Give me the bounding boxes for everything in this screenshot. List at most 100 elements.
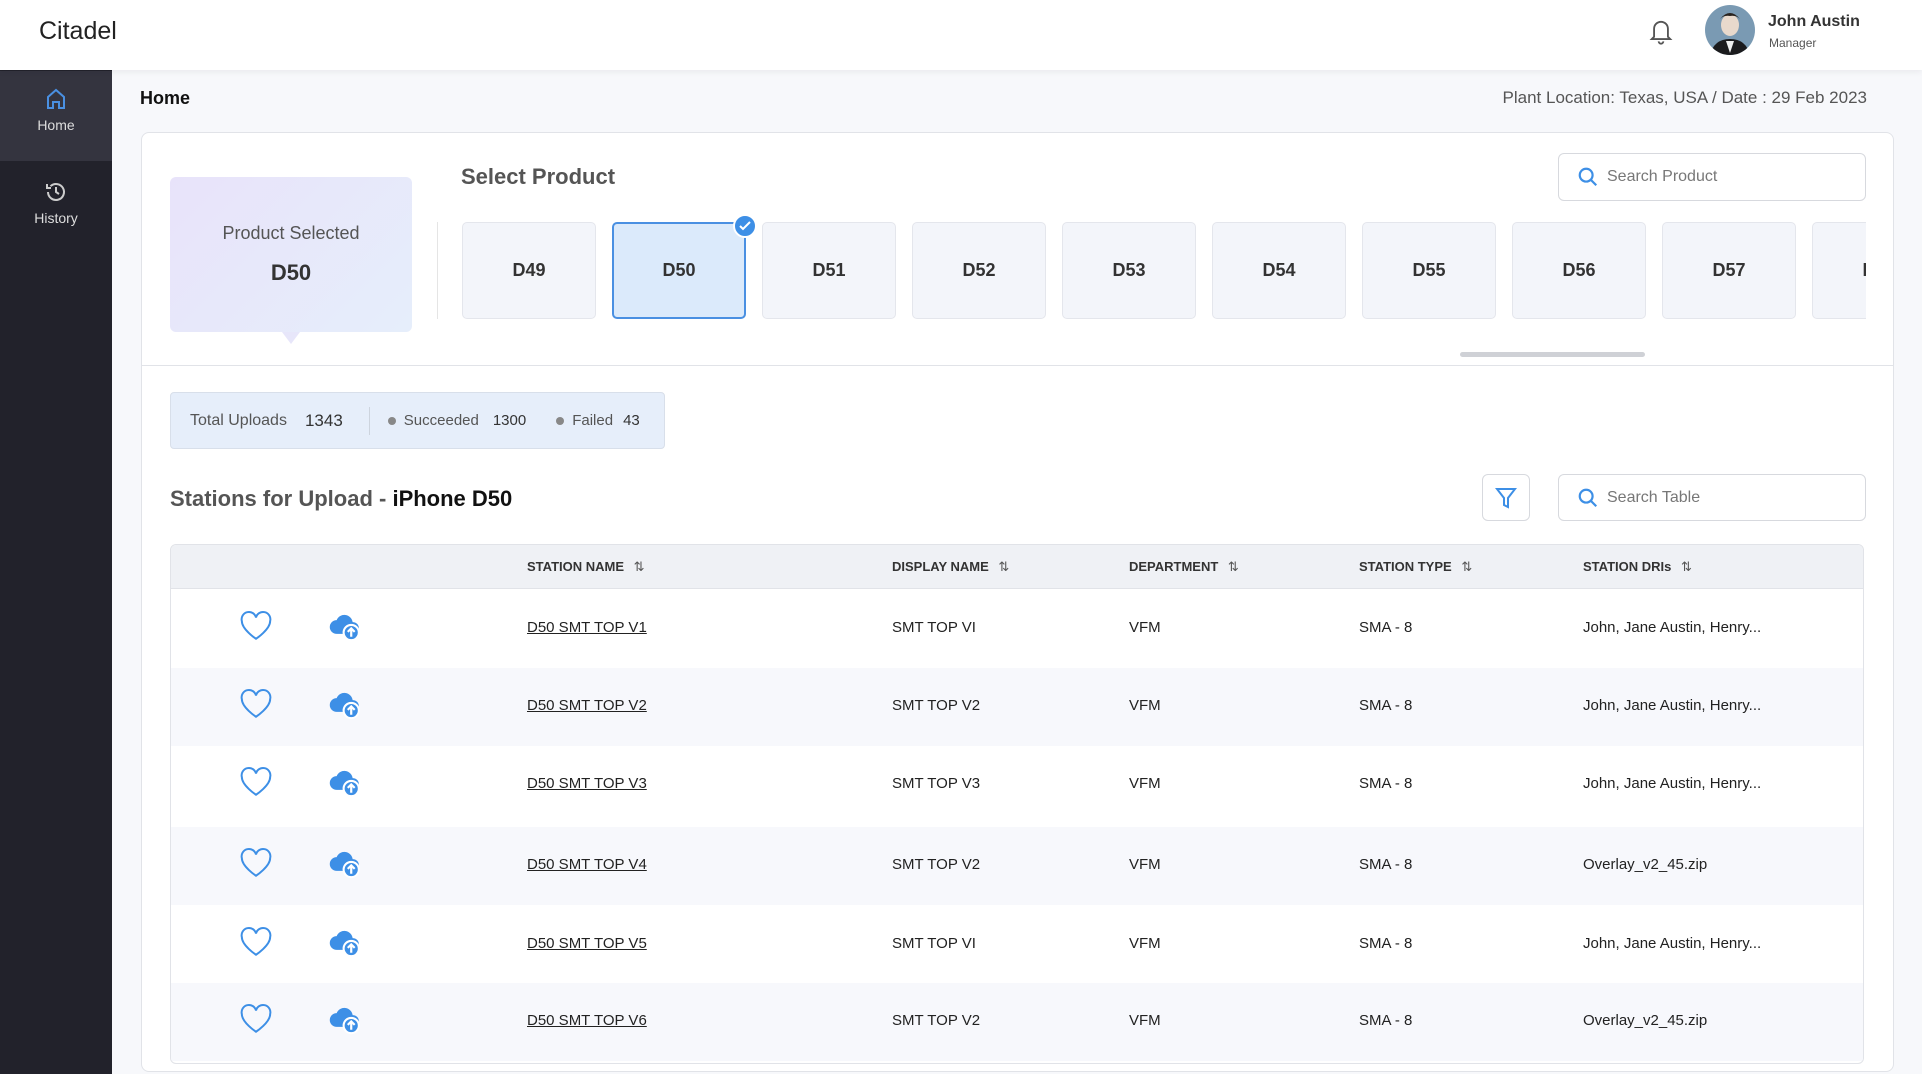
cell-type: SMA - 8 [1359,775,1413,792]
table-row: D50 SMT TOP V6 SMT TOP V2 VFM SMA - 8 Overla… [171,983,1863,1061]
cell-dris: John, Jane Austin, Henry... [1583,697,1762,714]
search-product-placeholder: Search Product [1607,168,1718,185]
cell-dept: VFM [1129,619,1161,636]
cloud-upload-icon[interactable] [327,766,363,805]
product-tile-d56[interactable]: D56 [1512,222,1646,319]
sort-icon[interactable]: ⇅ [995,559,1009,574]
filter-button[interactable] [1482,474,1530,521]
cell-display: SMT TOP V2 [892,856,981,873]
favorite-heart-icon[interactable] [239,766,273,803]
product-tile-d49[interactable]: D49 [462,222,596,319]
station-name-link[interactable]: D50 SMT TOP V1 [527,619,647,636]
sort-icon[interactable]: ⇅ [630,559,645,574]
cell-type: SMA - 8 [1359,697,1413,714]
cell-display: SMT TOP VI [892,935,976,952]
cloud-upload-icon[interactable] [327,688,363,727]
stations-title: Stations for Upload - iPhone D50 [170,486,512,512]
product-tile-d50[interactable]: D50 [612,222,746,319]
notification-bell-icon[interactable] [1647,16,1675,51]
product-scrollbar[interactable] [1460,352,1645,357]
favorite-heart-icon[interactable] [239,1003,273,1040]
cell-dris: John, Jane Austin, Henry... [1583,619,1762,636]
succeeded-dot-icon [387,416,396,425]
table-header: STATION NAME ⇅ DISPLAY NAME ⇅ DEPARTMENT ⇅… [171,545,1863,589]
product-selected-label: Product Selected [222,223,360,243]
stations-table: STATION NAME ⇅ DISPLAY NAME ⇅ DEPARTMENT ⇅… [170,544,1864,1064]
search-icon [1578,167,1598,187]
cloud-upload-icon[interactable] [327,847,363,886]
table-row: D50 SMT TOP V3 SMT TOP V3 VFM SMA - 8 John, … [171,746,1863,824]
cell-dept: VFM [1129,856,1161,873]
filter-icon [1495,487,1517,509]
cloud-upload-icon[interactable] [327,610,363,649]
sidebar-item-history[interactable]: History [0,164,112,254]
select-product-title: Select Product [461,164,616,189]
sidebar-item-home[interactable]: Home [0,71,112,161]
table-row: D50 SMT TOP V5 SMT TOP VI VFM SMA - 8 John, … [171,906,1863,984]
top-header: Citadel John Austin Manager [0,0,1922,70]
cell-dris: John, Jane Austin, Henry... [1583,935,1762,952]
user-name: John Austin [1768,13,1860,30]
cell-display: SMT TOP V2 [892,1012,981,1029]
plant-location-date: Plant Location: Texas, USA / Date : 29 F… [1502,88,1867,107]
product-tile-d54[interactable]: D54 [1212,222,1346,319]
sort-icon[interactable]: ⇅ [1224,559,1239,574]
column-header[interactable]: STATION NAME ⇅ [527,559,645,575]
avatar[interactable] [1705,5,1755,55]
succeeded-value: 1300 [492,412,527,429]
cloud-upload-icon[interactable] [327,1003,363,1042]
column-header[interactable]: DEPARTMENT ⇅ [1129,559,1239,575]
favorite-heart-icon[interactable] [239,847,273,884]
sort-icon[interactable]: ⇅ [1677,559,1692,574]
column-header-label: DEPARTMENT [1129,559,1219,574]
product-tile-d52[interactable]: D52 [912,222,1046,319]
history-icon [46,183,65,201]
station-name-link[interactable]: D50 SMT TOP V6 [527,1012,647,1029]
station-name-link[interactable]: D50 SMT TOP V4 [527,856,647,873]
cell-type: SMA - 8 [1359,856,1413,873]
table-row: D50 SMT TOP V1 SMT TOP VI VFM SMA - 8 John, … [171,590,1863,668]
sidebar-item-label: History [34,210,78,226]
column-header[interactable]: STATION DRIs ⇅ [1583,559,1692,575]
selected-check-icon [733,214,757,238]
table-row: D50 SMT TOP V4 SMT TOP V2 VFM SMA - 8 Overla… [171,827,1863,905]
total-uploads-value: 1343 [304,410,343,430]
column-header[interactable]: DISPLAY NAME ⇅ [892,559,1009,575]
cell-dept: VFM [1129,1012,1161,1029]
divider [437,222,438,319]
station-name-link[interactable]: D50 SMT TOP V2 [527,697,647,714]
cell-dept: VFM [1129,775,1161,792]
sort-icon[interactable]: ⇅ [1458,559,1472,574]
product-tile-d57[interactable]: D57 [1662,222,1796,319]
search-product-input[interactable]: Search Product [1558,153,1866,201]
product-tiles: D49D50D51D52D53D54D55D56D57 D58 [462,222,1866,320]
breadcrumb: Home [140,88,191,108]
cell-dept: VFM [1129,697,1161,714]
search-table-input[interactable]: Search Table [1558,474,1866,521]
column-header-label: STATION TYPE [1359,559,1452,574]
product-tile-d55[interactable]: D55 [1362,222,1496,319]
product-tile-d58[interactable]: D58 [1812,222,1866,319]
favorite-heart-icon[interactable] [239,610,273,647]
station-name-link[interactable]: D50 SMT TOP V5 [527,935,647,952]
cell-type: SMA - 8 [1359,1012,1413,1029]
failed-value: 43 [623,412,640,429]
divider [368,406,370,435]
failed-dot-icon [556,416,565,425]
table-row: D50 SMT TOP V2 SMT TOP V2 VFM SMA - 8 John, … [171,668,1863,746]
divider [142,365,1893,366]
station-name-link[interactable]: D50 SMT TOP V3 [527,775,647,792]
search-icon [1578,488,1598,507]
stations-title-product: iPhone D50 [392,486,513,511]
product-tile-d53[interactable]: D53 [1062,222,1196,319]
favorite-heart-icon[interactable] [239,688,273,725]
column-header[interactable]: STATION TYPE ⇅ [1359,559,1472,575]
search-table-placeholder: Search Table [1607,488,1701,506]
product-selected-panel: Product Selected D50 [170,177,412,344]
stations-title-prefix: Stations for Upload - [170,486,393,511]
cloud-upload-icon[interactable] [327,926,363,965]
app-title: Citadel [39,17,117,45]
favorite-heart-icon[interactable] [239,926,273,963]
product-tile-d51[interactable]: D51 [762,222,896,319]
succeeded-label: Succeeded [403,412,479,429]
